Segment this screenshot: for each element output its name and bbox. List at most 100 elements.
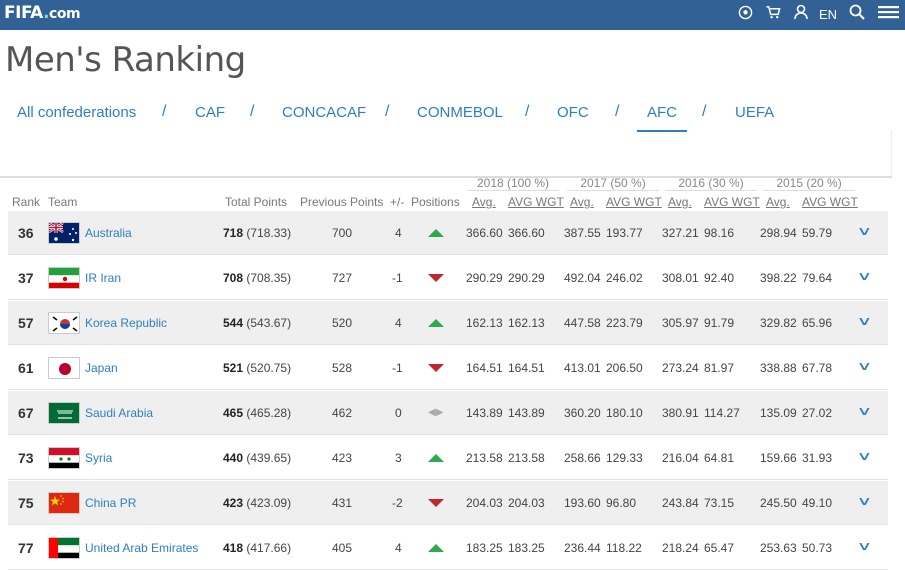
table-row[interactable]: 36 Australia 718 (718.33) 700 4 366.60 366.60 3… bbox=[8, 211, 888, 255]
team-link[interactable]: Australia bbox=[85, 211, 132, 255]
language-selector[interactable]: EN bbox=[819, 4, 837, 26]
fifa-logo[interactable]: FIFA.com bbox=[4, 3, 81, 23]
col-2018-avg[interactable]: Avg. bbox=[472, 195, 496, 209]
table-row[interactable]: 61 Japan 521 (520.75) 528 -1 164.51 164.51 413.… bbox=[8, 346, 888, 390]
total-points-exact: (708.35) bbox=[243, 271, 292, 285]
value-2018-avg-wgt: 183.25 bbox=[508, 541, 545, 555]
table-row[interactable]: 77 United Arab Emirates 418 (417.66) 405 4 18… bbox=[8, 526, 888, 570]
table-row[interactable]: 73 Syria 440 (439.65) 423 3 213.58 213.58 258.6… bbox=[8, 436, 888, 480]
value-2016-avg: 243.84 bbox=[662, 496, 699, 510]
tab-uefa[interactable]: UEFA bbox=[735, 104, 774, 121]
value-2018-avg: 366.60 bbox=[466, 226, 503, 240]
team-link[interactable]: Korea Republic bbox=[85, 301, 167, 345]
col-2015-avg-wgt[interactable]: AVG WGT bbox=[802, 195, 858, 209]
total-points: 465 (465.28) bbox=[223, 391, 291, 435]
total-points: 718 (718.33) bbox=[223, 211, 291, 255]
year-header-2018: 2018 (100 %) bbox=[467, 176, 559, 191]
value-2015-avg: 398.22 bbox=[760, 271, 797, 285]
expand-chevron-icon[interactable]: ∨ bbox=[856, 539, 872, 553]
expand-chevron-icon[interactable]: ∨ bbox=[856, 269, 872, 283]
rank-change: 0 bbox=[395, 406, 402, 420]
tab-ofc[interactable]: OFC bbox=[557, 104, 589, 121]
value-2015-avg: 329.82 bbox=[760, 316, 797, 330]
total-points-rounded: 418 bbox=[223, 541, 244, 555]
cart-icon[interactable] bbox=[765, 4, 781, 26]
position-up-icon bbox=[428, 319, 444, 327]
value-2016-avg-wgt: 65.47 bbox=[704, 541, 735, 555]
col-2016-avg-wgt[interactable]: AVG WGT bbox=[704, 195, 760, 209]
previous-points: 462 bbox=[332, 406, 353, 420]
value-2015-avg-wgt: 50.73 bbox=[802, 541, 833, 555]
value-2017-avg-wgt: 223.79 bbox=[606, 316, 643, 330]
position-up-icon bbox=[428, 229, 444, 237]
total-points: 521 (520.75) bbox=[223, 346, 291, 390]
value-2018-avg: 183.25 bbox=[466, 541, 503, 555]
total-points-exact: (718.33) bbox=[243, 226, 292, 240]
total-points-rounded: 521 bbox=[223, 361, 244, 375]
value-2017-avg: 387.55 bbox=[564, 226, 601, 240]
value-2017-avg-wgt: 206.50 bbox=[606, 361, 643, 375]
position-unchanged-icon: ◀▶ bbox=[428, 407, 444, 418]
flag-icon bbox=[48, 402, 80, 424]
table-row[interactable]: 57 Korea Republic 544 (543.67) 520 4 162.13 16… bbox=[8, 301, 888, 345]
value-2016-avg: 273.24 bbox=[662, 361, 699, 375]
team-link[interactable]: IR Iran bbox=[85, 256, 121, 300]
value-2016-avg-wgt: 91.79 bbox=[704, 316, 735, 330]
col-2017-avg[interactable]: Avg. bbox=[570, 195, 594, 209]
value-2015-avg-wgt: 27.02 bbox=[802, 406, 833, 420]
tab-caf[interactable]: CAF bbox=[195, 104, 225, 121]
expand-chevron-icon[interactable]: ∨ bbox=[856, 359, 872, 373]
table-row[interactable]: 67 Saudi Arabia 465 (465.28) 462 0 ◀▶ 143.89 14… bbox=[8, 391, 888, 435]
value-2015-avg: 298.94 bbox=[760, 226, 797, 240]
flag-icon bbox=[48, 492, 80, 514]
search-icon[interactable] bbox=[849, 4, 865, 26]
col-2017-avg-wgt[interactable]: AVG WGT bbox=[606, 195, 662, 209]
col-2015-avg[interactable]: Avg. bbox=[766, 195, 790, 209]
expand-chevron-icon[interactable]: ∨ bbox=[856, 449, 872, 463]
value-2018-avg: 162.13 bbox=[466, 316, 503, 330]
menu-icon[interactable] bbox=[878, 4, 899, 26]
expand-chevron-icon[interactable]: ∨ bbox=[856, 314, 872, 328]
value-2016-avg-wgt: 92.40 bbox=[704, 271, 735, 285]
tab-afc[interactable]: AFC bbox=[637, 104, 687, 132]
team-link[interactable]: Japan bbox=[85, 346, 118, 390]
expand-chevron-icon[interactable]: ∨ bbox=[856, 494, 872, 508]
value-2015-avg-wgt: 79.64 bbox=[802, 271, 833, 285]
expand-chevron-icon[interactable]: ∨ bbox=[856, 404, 872, 418]
total-points: 418 (417.66) bbox=[223, 526, 291, 570]
value-2017-avg: 258.66 bbox=[564, 451, 601, 465]
value-2016-avg-wgt: 64.81 bbox=[704, 451, 735, 465]
team-link[interactable]: China PR bbox=[85, 481, 136, 525]
position-up-icon bbox=[428, 454, 444, 462]
value-2018-avg: 204.03 bbox=[466, 496, 503, 510]
col-2018-avg-wgt[interactable]: AVG WGT bbox=[508, 195, 564, 209]
col-2016-avg[interactable]: Avg. bbox=[668, 195, 692, 209]
flag-icon bbox=[48, 357, 80, 379]
value-2015-avg-wgt: 65.96 bbox=[802, 316, 833, 330]
total-points-rounded: 423 bbox=[223, 496, 244, 510]
position-down-icon bbox=[428, 364, 444, 372]
flag-icon bbox=[48, 222, 80, 244]
tab-concacaf[interactable]: CONCACAF bbox=[282, 104, 366, 121]
tab-conmebol[interactable]: CONMEBOL bbox=[417, 104, 503, 121]
value-2016-avg: 308.01 bbox=[662, 271, 699, 285]
previous-points: 405 bbox=[332, 541, 353, 555]
total-points-exact: (520.75) bbox=[243, 361, 292, 375]
user-icon[interactable] bbox=[794, 4, 808, 26]
tab-all-confederations[interactable]: All confederations bbox=[17, 104, 136, 121]
value-2018-avg-wgt: 143.89 bbox=[508, 406, 545, 420]
table-row[interactable]: 75 China PR 423 (423.09) 431 -2 204.03 204.03 1… bbox=[8, 481, 888, 525]
table-row[interactable]: 37 IR Iran 708 (708.35) 727 -1 290.29 290.29 49… bbox=[8, 256, 888, 300]
value-2015-avg: 253.63 bbox=[760, 541, 797, 555]
value-2017-avg-wgt: 246.02 bbox=[606, 271, 643, 285]
confederation-tabs: All confederations / CAF / CONCACAF / CO… bbox=[0, 96, 905, 132]
ball-icon[interactable] bbox=[738, 4, 753, 26]
value-2016-avg-wgt: 98.16 bbox=[704, 226, 735, 240]
expand-chevron-icon[interactable]: ∨ bbox=[856, 224, 872, 238]
team-link[interactable]: United Arab Emirates bbox=[85, 526, 198, 570]
team-link[interactable]: Saudi Arabia bbox=[85, 391, 153, 435]
value-2018-avg-wgt: 162.13 bbox=[508, 316, 545, 330]
total-points: 423 (423.09) bbox=[223, 481, 291, 525]
team-link[interactable]: Syria bbox=[85, 436, 112, 480]
value-2015-avg-wgt: 49.10 bbox=[802, 496, 833, 510]
